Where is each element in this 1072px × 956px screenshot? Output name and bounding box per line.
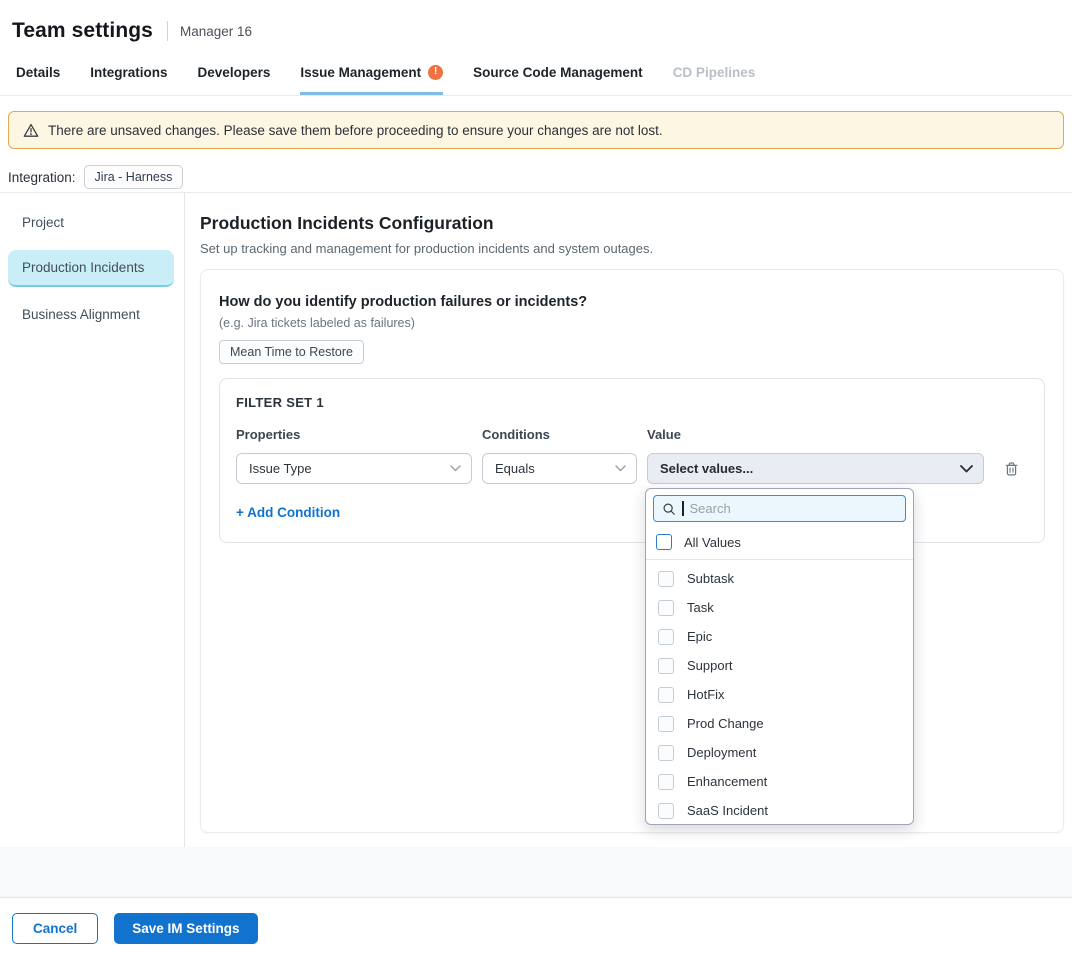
option-label: SaaS Incident	[687, 803, 768, 818]
option-prod-change[interactable]: Prod Change	[646, 709, 913, 738]
column-header-value: Value	[647, 427, 984, 442]
save-im-settings-button[interactable]: Save IM Settings	[114, 913, 257, 944]
alert-badge-icon: !	[428, 65, 443, 80]
option-label: Deployment	[687, 745, 756, 760]
tab-cd-pipelines: CD Pipelines	[673, 50, 756, 95]
column-header-spacer	[994, 427, 1028, 442]
checkbox[interactable]	[658, 774, 674, 790]
checkbox[interactable]	[658, 600, 674, 616]
checkbox[interactable]	[658, 803, 674, 819]
content-bottom-spacer	[0, 847, 1072, 897]
footer-bar: Cancel Save IM Settings	[0, 897, 1072, 956]
option-label: Enhancement	[687, 774, 767, 789]
settings-sidebar: Project Production Incidents Business Al…	[0, 193, 185, 847]
value-select-placeholder: Select values...	[660, 461, 753, 476]
condition-select-value: Equals	[495, 461, 535, 476]
dropdown-search[interactable]	[653, 495, 906, 522]
add-condition-button[interactable]: + Add Condition	[236, 505, 340, 520]
tab-issue-management[interactable]: Issue Management !	[300, 50, 443, 95]
column-header-conditions: Conditions	[482, 427, 637, 442]
config-hint: (e.g. Jira tickets labeled as failures)	[219, 316, 1045, 330]
property-select[interactable]: Issue Type	[236, 453, 472, 484]
column-header-properties: Properties	[236, 427, 472, 442]
tab-bar: Details Integrations Developers Issue Ma…	[0, 50, 1072, 96]
row-actions	[994, 453, 1028, 484]
option-label: HotFix	[687, 687, 725, 702]
integration-label: Integration:	[8, 170, 76, 185]
tab-label: Integrations	[90, 65, 167, 80]
chevron-down-icon	[450, 465, 461, 472]
search-icon	[662, 502, 676, 516]
option-label: Prod Change	[687, 716, 764, 731]
chevron-down-icon	[960, 465, 973, 473]
tab-integrations[interactable]: Integrations	[90, 50, 167, 95]
value-multiselect-dropdown: All Values Subtask Task Epic Support Hot…	[645, 488, 914, 825]
options-list: Subtask Task Epic Support HotFix Prod Ch…	[646, 560, 913, 825]
checkbox[interactable]	[658, 716, 674, 732]
option-label: Task	[687, 600, 714, 615]
incidents-config-card: How do you identify production failures …	[200, 269, 1064, 833]
unsaved-changes-banner: There are unsaved changes. Please save t…	[8, 111, 1064, 149]
tab-developers[interactable]: Developers	[198, 50, 271, 95]
option-task[interactable]: Task	[646, 593, 913, 622]
checkbox[interactable]	[658, 629, 674, 645]
cancel-button[interactable]: Cancel	[12, 913, 98, 944]
tab-label: Source Code Management	[473, 65, 643, 80]
sidebar-item-label: Production Incidents	[22, 260, 144, 275]
value-select[interactable]: Select values...	[647, 453, 984, 484]
option-label: Support	[687, 658, 733, 673]
integration-row: Integration: Jira - Harness	[8, 164, 1064, 190]
section-subtitle: Set up tracking and management for produ…	[200, 241, 1064, 256]
option-all-values[interactable]: All Values	[646, 527, 913, 560]
sidebar-item-business-alignment[interactable]: Business Alignment	[8, 297, 174, 332]
sidebar-item-label: Business Alignment	[22, 307, 140, 322]
checkbox-all-values[interactable]	[656, 534, 672, 550]
sidebar-item-label: Project	[22, 215, 64, 230]
tab-label: Developers	[198, 65, 271, 80]
sidebar-item-project[interactable]: Project	[8, 205, 174, 240]
warning-triangle-icon	[23, 123, 39, 138]
checkbox[interactable]	[658, 687, 674, 703]
option-enhancement[interactable]: Enhancement	[646, 767, 913, 796]
option-hotfix[interactable]: HotFix	[646, 680, 913, 709]
property-select-value: Issue Type	[249, 461, 312, 476]
delete-filter-button[interactable]	[1001, 458, 1022, 480]
page-title: Team settings	[12, 19, 153, 43]
option-label: Subtask	[687, 571, 734, 586]
title-divider	[167, 21, 168, 41]
tab-label: CD Pipelines	[673, 65, 756, 80]
condition-select[interactable]: Equals	[482, 453, 637, 484]
banner-message: There are unsaved changes. Please save t…	[48, 123, 663, 138]
section-title: Production Incidents Configuration	[200, 213, 1064, 234]
text-cursor	[682, 501, 684, 516]
option-subtask[interactable]: Subtask	[646, 564, 913, 593]
chevron-down-icon	[615, 465, 626, 472]
option-epic[interactable]: Epic	[646, 622, 913, 651]
filter-set-title: FILTER SET 1	[236, 395, 1028, 410]
metric-tag: Mean Time to Restore	[219, 340, 364, 364]
option-deployment[interactable]: Deployment	[646, 738, 913, 767]
tab-source-code-management[interactable]: Source Code Management	[473, 50, 643, 95]
trash-icon	[1004, 461, 1019, 477]
filter-set-1: FILTER SET 1 Properties Conditions Value…	[219, 378, 1045, 543]
checkbox[interactable]	[658, 658, 674, 674]
integration-chip[interactable]: Jira - Harness	[84, 165, 184, 189]
sidebar-item-production-incidents[interactable]: Production Incidents	[8, 250, 174, 287]
option-saas-incident[interactable]: SaaS Incident	[646, 796, 913, 825]
tab-label: Issue Management	[300, 65, 421, 80]
tab-details[interactable]: Details	[16, 50, 60, 95]
config-question: How do you identify production failures …	[219, 294, 1045, 310]
main-panel: Production Incidents Configuration Set u…	[185, 193, 1072, 847]
header-context: Manager 16	[180, 24, 252, 39]
tab-label: Details	[16, 65, 60, 80]
checkbox[interactable]	[658, 745, 674, 761]
search-input[interactable]	[690, 501, 898, 516]
checkbox[interactable]	[658, 571, 674, 587]
page-header: Team settings Manager 16	[0, 0, 1072, 50]
option-label: All Values	[684, 535, 741, 550]
option-label: Epic	[687, 629, 712, 644]
option-support[interactable]: Support	[646, 651, 913, 680]
filter-grid: Properties Conditions Value Issue Type E…	[236, 410, 1028, 484]
